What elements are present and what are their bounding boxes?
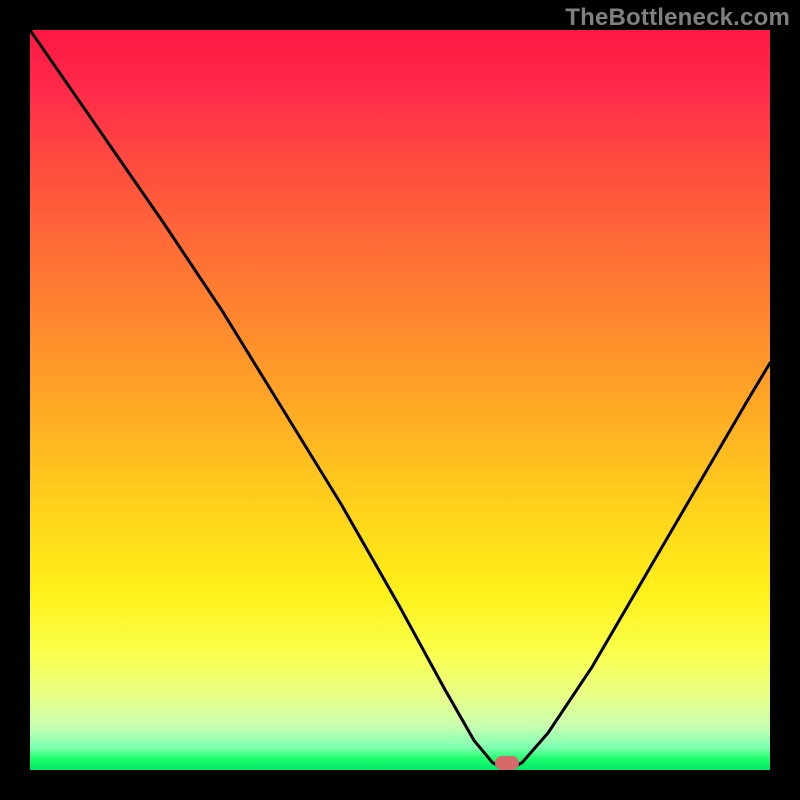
plot-area (30, 30, 770, 770)
optimal-marker (495, 756, 519, 770)
watermark-text: TheBottleneck.com (565, 4, 790, 32)
chart-frame: TheBottleneck.com (0, 0, 800, 800)
